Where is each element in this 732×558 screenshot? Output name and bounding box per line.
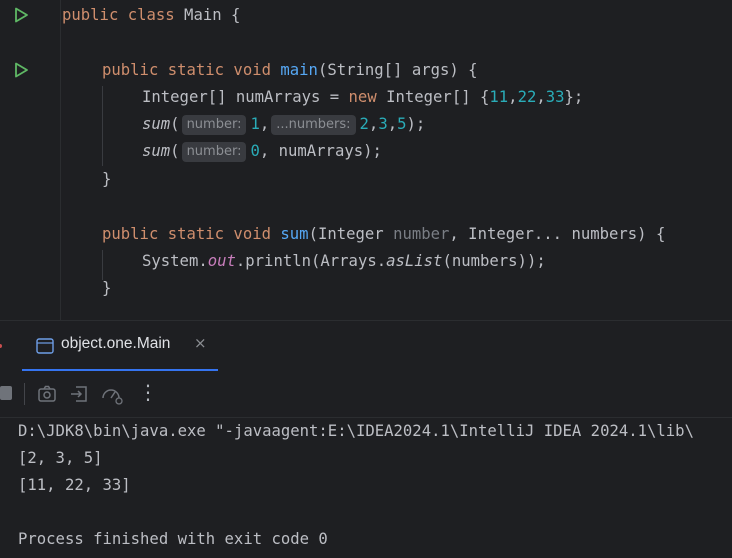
stop-icon[interactable]: [0, 386, 12, 400]
code-text: (numbers));: [442, 252, 546, 270]
number-literal: 0: [250, 142, 260, 160]
code-text: );: [406, 115, 426, 133]
static-method-call: asList: [386, 252, 443, 270]
class-name: Main {: [174, 6, 241, 24]
console-line-command: D:\JDK8\bin\java.exe "-javaagent:E:\IDEA…: [18, 422, 694, 440]
console-output[interactable]: D:\JDK8\bin\java.exe "-javaagent:E:\IDEA…: [0, 418, 732, 558]
code-line-println: System.out.println(Arrays.asList(numbers…: [142, 248, 546, 274]
number-literal: 22: [517, 88, 537, 106]
number-literal: 11: [489, 88, 509, 106]
console-line-exit-status: Process finished with exit code 0: [18, 530, 328, 548]
code-line-close-brace: }: [102, 279, 112, 297]
code-text: Integer[] numArrays =: [142, 88, 349, 106]
profiler-icon[interactable]: [100, 383, 124, 405]
keyword: new: [348, 88, 377, 106]
code-line-class-declaration: public class Main {: [62, 2, 240, 28]
application-window-icon: [36, 338, 54, 354]
number-literal: 2: [359, 115, 369, 133]
code-line-main-declaration: public static void main(String[] args) {: [102, 57, 478, 83]
code-text: (: [170, 115, 180, 133]
number-literal: 1: [250, 115, 260, 133]
code-line-sum-call-2: sum(number: 0, numArrays);: [142, 138, 382, 164]
parameter-hint: number:: [181, 115, 247, 135]
toolbar-separator: [24, 383, 25, 405]
restore-layout-icon[interactable]: [68, 383, 90, 405]
camera-icon[interactable]: [36, 383, 58, 405]
code-text: , Integer... numbers) {: [449, 225, 666, 243]
run-tab-label: object.one.Main: [61, 335, 171, 352]
code-text: ,: [536, 88, 546, 106]
code-text: ,: [259, 115, 270, 133]
code-text: ,: [387, 115, 398, 133]
run-toolbar: ⋮: [0, 371, 732, 418]
console-line-output: [11, 22, 33]: [18, 476, 131, 494]
method-call: sum: [142, 115, 171, 133]
parameter-hint: number:: [181, 142, 247, 162]
method-name: main: [280, 61, 318, 79]
keyword: public static void: [102, 61, 271, 79]
method-call: sum: [142, 142, 171, 160]
run-tab[interactable]: object.one.Main ×: [22, 321, 218, 371]
parameter-hint: ...numbers:: [271, 115, 356, 135]
code-text: (Integer: [308, 225, 394, 243]
code-text: (: [170, 142, 180, 160]
code-text: ,: [508, 88, 518, 106]
indent-guide: [102, 86, 103, 166]
panel-edge-marker: [0, 344, 2, 348]
code-line-sum-declaration: public static void sum(Integer number, I…: [102, 221, 665, 247]
gutter-separator: [60, 0, 61, 320]
method-name: sum: [280, 225, 309, 243]
number-literal: 33: [545, 88, 565, 106]
code-editor[interactable]: public class Main { public static void m…: [0, 0, 732, 320]
code-text: , numArrays);: [259, 142, 382, 160]
code-text: };: [564, 88, 584, 106]
unused-parameter: number: [393, 225, 450, 243]
run-tool-window: object.one.Main × ⋮ D:\JDK8\bin\java.exe…: [0, 320, 732, 558]
run-class-icon[interactable]: [12, 6, 30, 24]
console-line-output: [2, 3, 5]: [18, 449, 103, 467]
static-field: out: [207, 252, 236, 270]
run-main-icon[interactable]: [12, 61, 30, 79]
code-text: System.: [142, 252, 208, 270]
code-text: .println(Arrays.: [235, 252, 387, 270]
code-line-sum-call-1: sum(number: 1, ...numbers: 2,3,5);: [142, 111, 425, 137]
number-literal: 3: [378, 115, 388, 133]
code-line-array-init: Integer[] numArrays = new Integer[] {11,…: [142, 84, 583, 110]
more-icon[interactable]: ⋮: [138, 380, 158, 404]
run-tab-strip: object.one.Main ×: [0, 321, 732, 371]
code-text: Integer[] {: [376, 88, 490, 106]
close-icon[interactable]: ×: [194, 334, 207, 352]
method-signature: (String[] args) {: [317, 61, 478, 79]
keyword: public class: [62, 6, 175, 24]
keyword: public static void: [102, 225, 271, 243]
code-line-close-brace: }: [102, 170, 112, 188]
code-text: ,: [368, 115, 379, 133]
